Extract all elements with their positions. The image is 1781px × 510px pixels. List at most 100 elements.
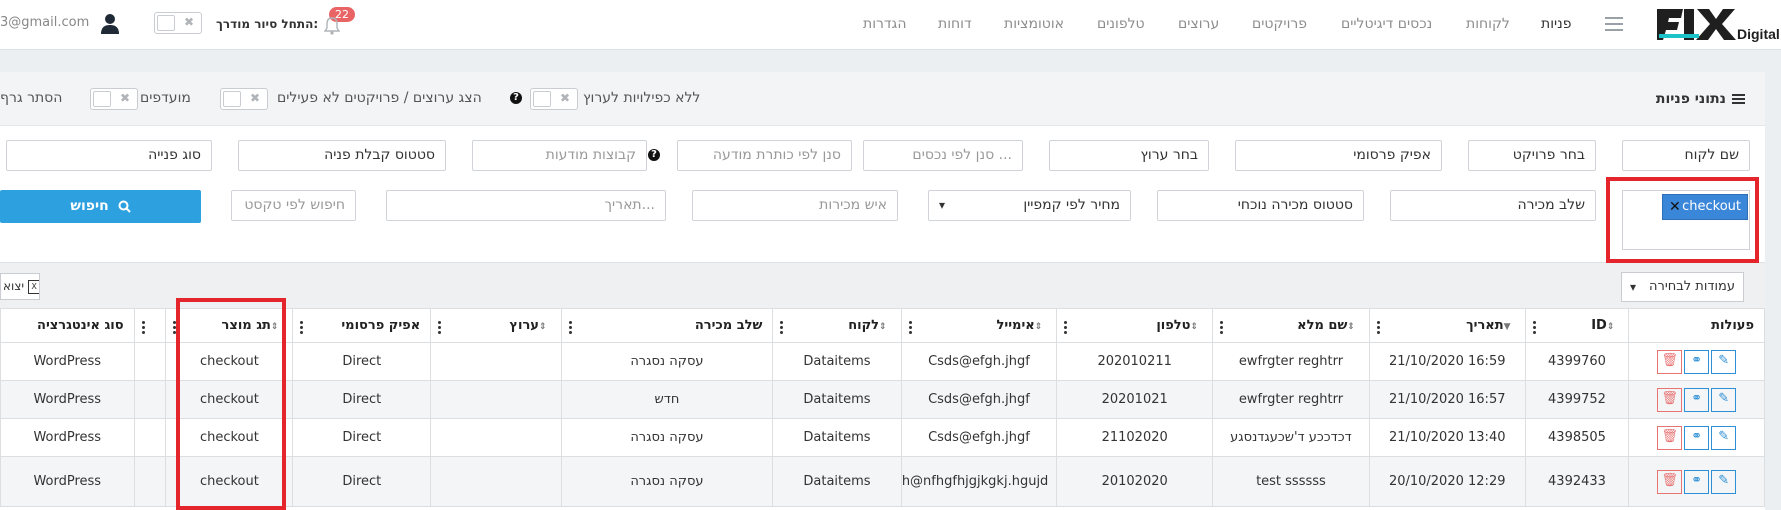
col-date[interactable]: ▼תאריך: [1368, 308, 1526, 343]
sort-icon[interactable]: ⇕: [1607, 322, 1615, 332]
table-cell: עסקה נסגרה: [560, 418, 774, 457]
link-icon[interactable]: ⚭: [1684, 349, 1710, 374]
table-cell: [430, 342, 562, 381]
edit-icon[interactable]: ✎: [1711, 425, 1737, 450]
column-menu-icon[interactable]: [1219, 319, 1224, 336]
sort-icon[interactable]: ⇕: [1347, 322, 1355, 332]
table-cell: ewfrgter reghtrr: [1212, 342, 1370, 381]
link-icon[interactable]: ⚭: [1684, 469, 1710, 494]
col-customer[interactable]: ⇕לקוח: [772, 308, 902, 343]
table-cell: fghfh@nfhgfhjgjkgkj.hgujd: [900, 456, 1058, 507]
table-cell: WordPress: [0, 342, 135, 381]
trash-icon[interactable]: 🗑: [1657, 387, 1683, 412]
table-cell: דכדככע ד'שכעגדנסגע: [1212, 418, 1370, 457]
assets-filter[interactable]: סנן לפי נכסים ...: [863, 140, 1023, 171]
col-phone[interactable]: ⇕טלפון: [1056, 308, 1214, 343]
nav-automations[interactable]: אוטומציות: [1004, 16, 1064, 32]
nav-projects[interactable]: פרויקטים: [1252, 16, 1307, 32]
edit-icon[interactable]: ✎: [1711, 349, 1737, 374]
text-search-input[interactable]: חיפוש לפי טקסט: [231, 190, 356, 221]
trash-icon[interactable]: 🗑: [1657, 349, 1683, 374]
salesman-input[interactable]: איש מכירות: [692, 190, 898, 221]
column-menu-icon[interactable]: [141, 319, 145, 336]
trash-icon[interactable]: 🗑: [1657, 469, 1683, 494]
inquiry-type-select[interactable]: סוג פנייה: [6, 140, 212, 171]
customer-name-filter[interactable]: שם לקוח: [1622, 140, 1750, 171]
show-inactive-toggle[interactable]: ✖: [220, 88, 268, 110]
table-cell: test ssssss: [1212, 456, 1370, 507]
export-button[interactable]: יצוא X: [0, 273, 40, 300]
nav-channels[interactable]: ערוצים: [1178, 16, 1219, 32]
table-cell: Csds@efgh.jhgf: [900, 342, 1058, 381]
ad-channel-select[interactable]: אפיק פרסומי: [1235, 140, 1442, 171]
project-select[interactable]: בחר פרויקט: [1468, 140, 1596, 171]
help-icon[interactable]: ?: [510, 92, 522, 104]
nav-reports[interactable]: דוחות: [938, 16, 972, 32]
panel-header: נתוני פניות ללא כפילויות לערוץ ✖ ? הצג ע…: [0, 72, 1765, 126]
column-menu-icon[interactable]: [1376, 319, 1380, 336]
column-menu-icon[interactable]: [568, 319, 572, 336]
sales-stage-select[interactable]: שלב מכירה: [1390, 190, 1596, 221]
col-id[interactable]: ⇕ID: [1524, 308, 1630, 343]
nav-inquiries[interactable]: פניות: [1541, 16, 1572, 32]
table-cell: 4398505: [1524, 418, 1630, 457]
trash-icon[interactable]: 🗑: [1657, 425, 1683, 450]
col-sales-stage[interactable]: שלב מכירה: [560, 308, 774, 343]
no-duplicates-toggle[interactable]: ✖: [530, 88, 578, 110]
table-cell: Dataitems: [772, 418, 902, 457]
ad-groups-filter[interactable]: קבוצות מודעות: [472, 140, 647, 171]
edit-icon[interactable]: ✎: [1711, 469, 1737, 494]
sort-down-icon[interactable]: ▼: [1504, 322, 1511, 332]
inquiry-status-select[interactable]: סטטוס קבלת פניה: [238, 140, 446, 171]
table-cell: 202010211: [1056, 342, 1214, 381]
table-cell: 4399752: [1524, 380, 1630, 419]
columns-select-button[interactable]: עמודות לבחירה: [1621, 272, 1744, 302]
col-email[interactable]: ⇕אימייל: [900, 308, 1058, 343]
search-button[interactable]: חיפוש: [0, 190, 201, 223]
col-full-name[interactable]: ⇕שם מלא: [1212, 308, 1370, 343]
column-menu-icon[interactable]: [1532, 319, 1536, 336]
campaign-price-select[interactable]: מחיר לפי קמפיין: [928, 190, 1131, 221]
nav-settings[interactable]: הגדרות: [863, 16, 906, 32]
link-icon[interactable]: ⚭: [1684, 387, 1710, 412]
guided-tour-label: התחל סיור מודרך:: [216, 17, 319, 31]
nav-customers[interactable]: לקוחות: [1466, 16, 1510, 32]
sort-icon[interactable]: ⇕: [539, 322, 547, 332]
channel-select[interactable]: בחר ערוץ: [1049, 140, 1209, 171]
svg-text:Digital: Digital: [1737, 26, 1780, 42]
column-menu-icon[interactable]: [908, 319, 912, 336]
fix-digital-logo[interactable]: Digital: [1657, 6, 1781, 42]
menu-icon[interactable]: [1605, 13, 1623, 35]
row-actions: ✎⚭🗑: [1628, 418, 1765, 457]
table-cell: Direct: [292, 456, 432, 507]
edit-icon[interactable]: ✎: [1711, 387, 1737, 412]
table-cell: Dataitems: [772, 456, 902, 507]
link-icon[interactable]: ⚭: [1684, 425, 1710, 450]
col-integration-type[interactable]: סוג אינטגרציה: [0, 308, 135, 343]
user-icon[interactable]: [100, 13, 120, 35]
column-menu-icon[interactable]: [437, 319, 442, 336]
favorites-toggle[interactable]: ✖: [90, 88, 138, 110]
col-ad-channel[interactable]: אפיק פרסומי: [292, 308, 432, 343]
column-menu-icon[interactable]: [1063, 319, 1068, 336]
table-cell: Direct: [292, 380, 432, 419]
table-cell: Csds@efgh.jhgf: [900, 380, 1058, 419]
col-blank[interactable]: [133, 308, 167, 343]
guided-tour-toggle[interactable]: ✖: [154, 12, 202, 34]
favorites-label: מועדפים: [140, 90, 191, 106]
nav-digital-assets[interactable]: נכסים דיגיטליים: [1341, 16, 1432, 32]
sort-icon[interactable]: ⇕: [879, 322, 887, 332]
sort-icon[interactable]: ⇕: [1191, 322, 1199, 332]
column-menu-icon[interactable]: [779, 319, 784, 336]
bell-icon[interactable]: [324, 17, 340, 35]
ad-title-filter[interactable]: סנן לפי כותרת מודעה: [677, 140, 852, 171]
table-cell: Direct: [292, 418, 432, 457]
sort-icon[interactable]: ⇕: [1035, 322, 1043, 332]
nav-phones[interactable]: טלפונים: [1097, 16, 1145, 32]
column-menu-icon[interactable]: [299, 319, 304, 336]
sales-status-select[interactable]: סטטוס מכירה נוכחי: [1157, 190, 1364, 221]
col-channel[interactable]: ⇕ערוץ: [430, 308, 562, 343]
table-cell: Direct: [292, 342, 432, 381]
date-input[interactable]: תאריך...: [386, 190, 666, 221]
help-icon[interactable]: ?: [648, 149, 660, 161]
